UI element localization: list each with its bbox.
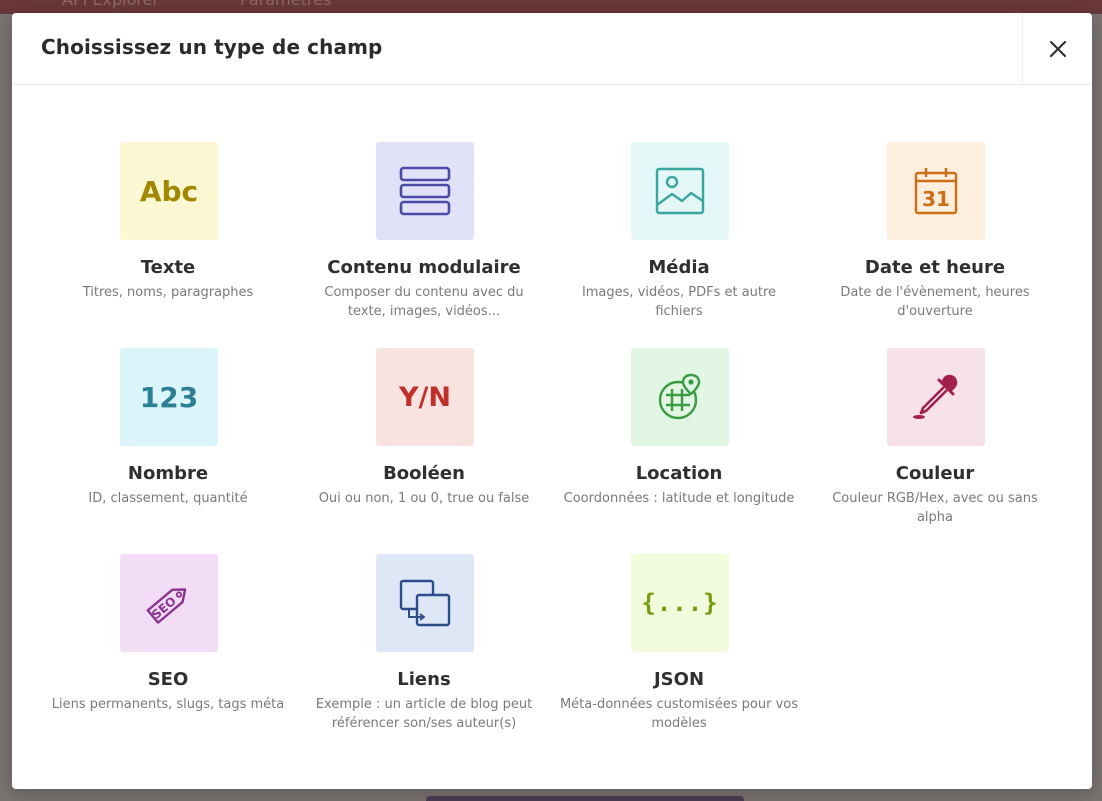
close-icon <box>1049 40 1066 57</box>
field-type-title: Texte <box>140 257 196 278</box>
background-bottom-bar <box>426 796 744 801</box>
boolean-icon: Y/N <box>376 348 474 446</box>
field-type-desc: Date de l'évènement, heures d'ouverture <box>840 285 1030 319</box>
calendar-icon: 31 <box>887 142 985 240</box>
field-type-title: Date et heure <box>864 257 1006 278</box>
field-type-card-json[interactable]: {...} JSON Méta-données customisées pour… <box>551 554 807 744</box>
seo-tag-icon: SEO <box>120 554 218 652</box>
text-icon: Abc <box>120 142 218 240</box>
close-button[interactable] <box>1022 13 1092 84</box>
field-type-card-texte[interactable]: Abc Texte Titres, noms, paragraphes <box>40 142 296 332</box>
field-type-desc: Liens permanents, slugs, tags méta <box>51 697 285 712</box>
links-icon <box>376 554 474 652</box>
modal-title: Choississez un type de champ <box>41 35 383 59</box>
location-globe-icon <box>631 348 729 446</box>
field-type-desc: Couleur RGB/Hex, avec ou sans alpha <box>832 491 1038 525</box>
field-type-card-couleur[interactable]: Couleur Couleur RGB/Hex, avec ou sans al… <box>807 348 1063 538</box>
field-type-title: Média <box>648 257 710 278</box>
field-type-card-liens[interactable]: Liens Exemple : un article de blog peut … <box>296 554 552 744</box>
field-type-modal: Choississez un type de champ Abc Texte T… <box>12 13 1092 789</box>
field-type-desc: Exemple : un article de blog peut référe… <box>315 697 533 731</box>
background-topbar: API Explorer Paramètres <box>0 0 1102 14</box>
field-type-desc: Coordonnées : latitude et longitude <box>563 491 795 506</box>
field-type-card-booleen[interactable]: Y/N Booléen Oui ou non, 1 ou 0, true ou … <box>296 348 552 538</box>
field-type-card-seo[interactable]: SEO SEO Liens permanents, slugs, tags mé… <box>40 554 296 744</box>
json-icon: {...} <box>631 554 729 652</box>
background-tab-api-explorer: API Explorer <box>62 0 159 9</box>
background-tab-parametres: Paramètres <box>240 0 331 9</box>
field-type-title: SEO <box>147 669 189 690</box>
field-type-title: Liens <box>397 669 451 690</box>
number-icon: 123 <box>120 348 218 446</box>
modular-content-icon <box>376 142 474 240</box>
media-image-icon <box>631 142 729 240</box>
field-type-title: Couleur <box>895 463 975 484</box>
field-type-card-nombre[interactable]: 123 Nombre ID, classement, quantité <box>40 348 296 538</box>
field-type-desc: Composer du contenu avec du texte, image… <box>324 285 524 319</box>
calendar-icon-day: 31 <box>922 187 950 211</box>
field-type-title: Location <box>635 463 723 484</box>
field-type-card-contenu-modulaire[interactable]: Contenu modulaire Composer du contenu av… <box>296 142 552 332</box>
modal-header: Choississez un type de champ <box>12 13 1092 85</box>
field-type-card-location[interactable]: Location Coordonnées : latitude et longi… <box>551 348 807 538</box>
field-type-card-date-et-heure[interactable]: 31 Date et heure Date de l'évènement, he… <box>807 142 1063 332</box>
field-type-desc: Oui ou non, 1 ou 0, true ou false <box>318 491 530 506</box>
field-type-desc: Titres, noms, paragraphes <box>82 285 254 300</box>
field-type-desc: ID, classement, quantité <box>88 491 248 506</box>
field-type-title: Contenu modulaire <box>327 257 521 278</box>
field-type-title: Booléen <box>383 463 465 484</box>
field-type-title: JSON <box>653 669 705 690</box>
field-type-card-media[interactable]: Média Images, vidéos, PDFs et autre fich… <box>551 142 807 332</box>
field-type-title: Nombre <box>127 463 209 484</box>
field-type-desc: Images, vidéos, PDFs et autre fichiers <box>581 285 777 319</box>
field-type-desc: Méta-données customisées pour vos modèle… <box>559 697 799 731</box>
color-dropper-icon <box>887 348 985 446</box>
